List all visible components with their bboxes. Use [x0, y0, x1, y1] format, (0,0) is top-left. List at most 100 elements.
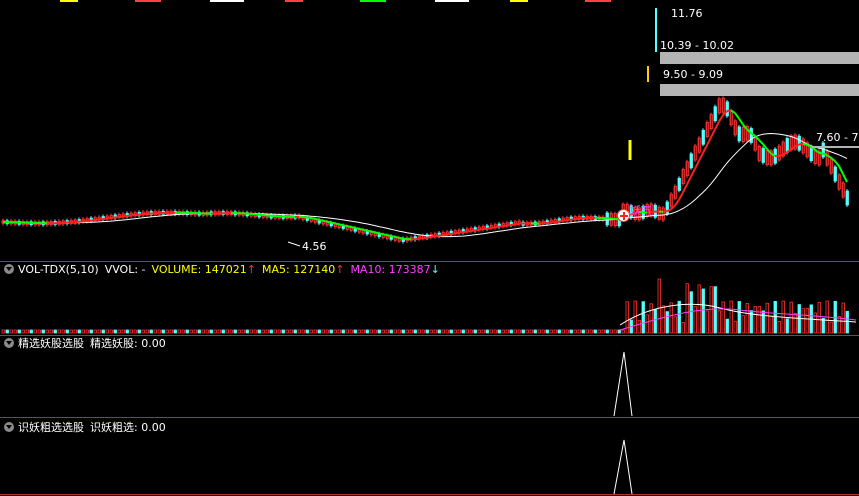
ma5-segment: [698, 152, 704, 162]
volume-indicator-name[interactable]: VOL-TDX(5,10): [18, 263, 99, 276]
volume-bar: [185, 329, 189, 334]
ma5-segment: [502, 224, 508, 228]
volume-bar: [605, 329, 609, 334]
ma5-segment: [826, 154, 832, 159]
panel-collapse-icon[interactable]: [4, 338, 14, 348]
volume-bar: [257, 329, 261, 334]
volume-bar: [53, 329, 57, 334]
ma5-segment: [310, 217, 316, 220]
low-price-label: 4.56: [302, 240, 327, 253]
volume-bar: [165, 329, 169, 334]
volume-bar: [105, 329, 109, 334]
ma5-segment: [342, 224, 348, 228]
volume-bar: [421, 329, 425, 334]
volume-bar: [497, 329, 501, 334]
ma5-segment: [818, 151, 824, 155]
separator-bottom: [0, 494, 859, 495]
ma5-segment: [434, 234, 440, 238]
ma5-segment: [386, 234, 392, 237]
volume-bar: [565, 329, 569, 334]
separator-main-volume: [0, 261, 859, 262]
ma5-segment: [306, 216, 312, 220]
volume-bar: [681, 322, 685, 334]
volume-bar: [89, 329, 93, 334]
volume-bar: [337, 329, 341, 334]
ma5-segment: [318, 218, 324, 222]
ma5-segment: [450, 232, 456, 235]
volume-bar: [829, 321, 833, 334]
ma5-segment: [702, 144, 708, 154]
ma5-segment: [686, 176, 692, 185]
volume-bar: [21, 329, 25, 334]
volume-bar: [817, 301, 821, 334]
ma5-segment: [338, 223, 344, 227]
volume-bar: [81, 329, 85, 334]
ma5-segment: [778, 153, 784, 157]
volume-bar: [397, 329, 401, 334]
volume-bar: [5, 329, 9, 334]
volume-bar: [309, 329, 313, 334]
volume-bar: [249, 329, 253, 334]
ma5-segment: [510, 223, 516, 226]
ma5-segment: [738, 118, 744, 126]
volume-bar: [349, 329, 353, 334]
ma5-segment: [346, 225, 352, 228]
volume-bar: [593, 329, 597, 334]
ma5-segment: [442, 233, 448, 237]
panel-a-title[interactable]: 精选妖股选股: [18, 337, 84, 350]
volume-bar: [405, 329, 409, 334]
ma5-segment: [718, 114, 724, 123]
ma5-segment: [462, 230, 468, 234]
volume-bar: [441, 329, 445, 334]
crosshair-marker-icon[interactable]: [617, 209, 630, 222]
volume-bar: [725, 318, 729, 334]
volume-bar: [137, 329, 141, 334]
band-2-label: 9.50 - 9.09: [663, 68, 723, 81]
volume-bar: [189, 329, 193, 334]
volume-bar: [125, 329, 129, 334]
volume-bar: [601, 329, 605, 334]
ma5-segment: [370, 230, 376, 234]
ma5-segment: [754, 135, 760, 141]
volume-bar: [25, 329, 29, 334]
volume-bar: [241, 329, 245, 334]
ma5-segment: [494, 225, 500, 229]
candle-body: [689, 153, 693, 169]
volume-bar: [153, 329, 157, 334]
volume-bar: [173, 329, 177, 334]
volume-bar: [357, 329, 361, 334]
price-band-1: [660, 52, 859, 64]
panel-b-spike: [613, 439, 633, 495]
volume-bar: [449, 329, 453, 334]
ma5-segment: [802, 142, 808, 146]
volume-bar: [481, 329, 485, 334]
volume-bar: [701, 288, 705, 334]
ma5-segment: [98, 218, 104, 221]
panel-collapse-icon[interactable]: [4, 264, 14, 274]
volume-bar: [149, 329, 153, 334]
volume-bar: [273, 329, 277, 334]
volume-bar: [17, 329, 21, 334]
panel-b-title[interactable]: 识妖粗选选股: [18, 421, 84, 434]
volume-bar: [517, 329, 521, 334]
volume-bar: [133, 329, 137, 334]
ma5-segment: [358, 227, 364, 231]
ma5-up-arrow-icon: ↑: [335, 263, 345, 276]
volume-bar: [45, 329, 49, 334]
panel-b-value: 识妖粗选: 0.00: [90, 421, 166, 434]
ma5-segment: [446, 233, 452, 236]
volume-bar: [845, 310, 849, 334]
ma5-segment: [514, 222, 520, 226]
ma5-segment: [554, 220, 560, 224]
volume-bar: [277, 329, 281, 334]
panel-collapse-icon[interactable]: [4, 422, 14, 432]
volume-bar: [509, 329, 513, 334]
ma5-segment: [726, 109, 732, 113]
volume-bar: [793, 313, 797, 334]
volume-bar: [741, 315, 745, 334]
volume-bar: [801, 308, 805, 334]
volume-bar: [757, 305, 761, 334]
volume-bar: [621, 329, 625, 334]
top-legend-tick: [585, 0, 611, 2]
candle-body: [833, 166, 837, 182]
